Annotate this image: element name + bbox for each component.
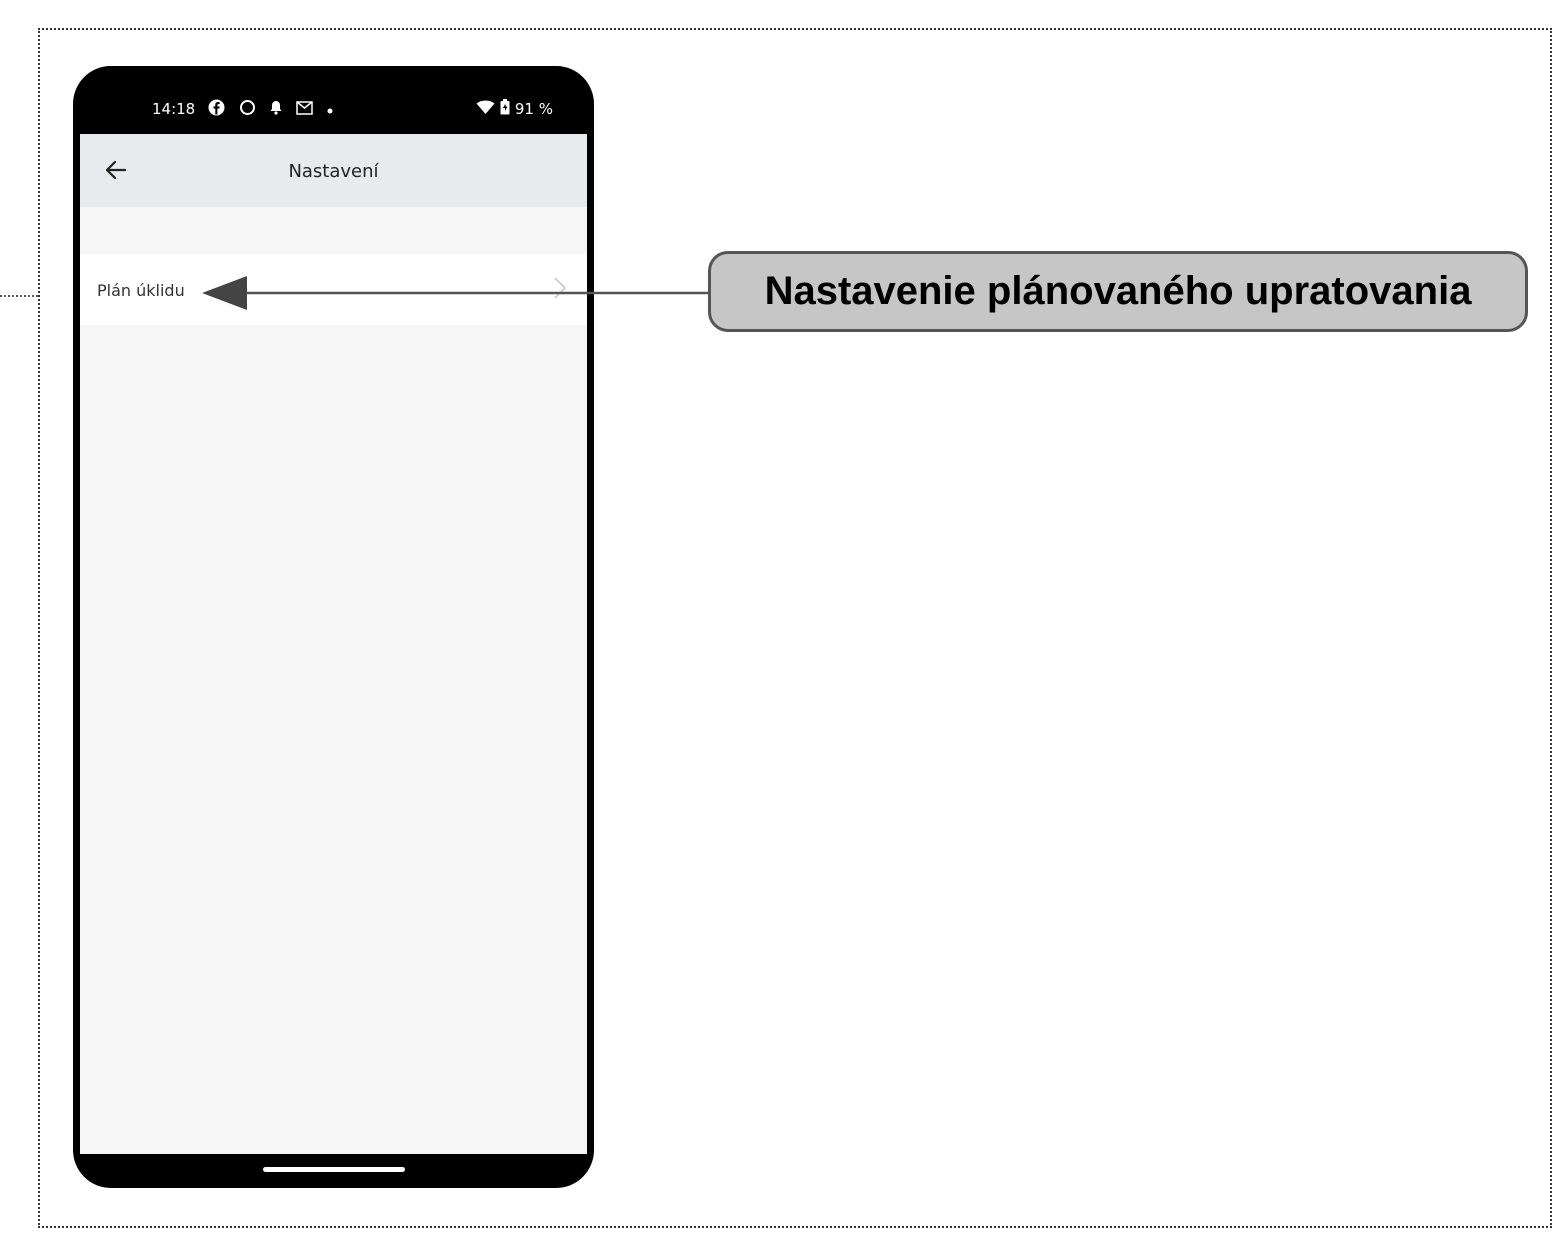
- settings-item-cleaning-schedule[interactable]: Plán úklidu: [80, 254, 587, 325]
- home-indicator[interactable]: [263, 1167, 405, 1172]
- notification-bell-icon: [270, 100, 282, 118]
- gmail-icon: [296, 100, 313, 118]
- circle-app-icon: [239, 99, 256, 119]
- page-title: Nastavení: [288, 161, 379, 182]
- battery-icon: [500, 99, 510, 118]
- status-icons-right: 91 %: [476, 99, 553, 118]
- status-icons-left: [208, 99, 333, 119]
- chevron-right-icon: [553, 276, 567, 305]
- status-time: 14:18: [152, 100, 196, 118]
- battery-percentage: 91 %: [514, 99, 553, 118]
- annotation-dotted-guide: [0, 295, 38, 297]
- status-bar: 14:18 91 %: [80, 66, 587, 134]
- phone-screen: 14:18 91 % Nastavení Plán úklidu: [80, 66, 587, 1154]
- annotation-callout: Nastavenie plánovaného upratovania: [708, 251, 1528, 332]
- dot-icon: [327, 102, 333, 117]
- phone-device: 14:18 91 % Nastavení Plán úklidu: [73, 66, 594, 1188]
- wifi-icon: [476, 100, 495, 118]
- facebook-icon: [208, 99, 225, 119]
- app-bar: Nastavení: [80, 134, 587, 207]
- settings-item-label: Plán úklidu: [97, 281, 185, 300]
- annotation-text: Nastavenie plánovaného upratovania: [764, 269, 1472, 313]
